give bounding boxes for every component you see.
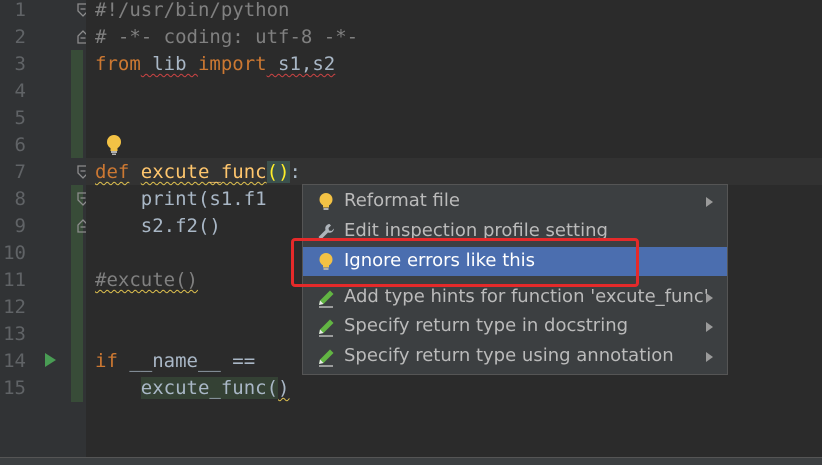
line-number: 5 — [14, 107, 26, 129]
code-line-7[interactable]: def excute_func(): — [95, 159, 301, 186]
line-number: 4 — [14, 80, 26, 102]
commented-call: #excute() — [95, 269, 198, 291]
name-check: __name__ == — [117, 350, 256, 372]
shebang-comment: #!/usr/bin/python — [95, 0, 290, 21]
menu-item-return-type-annotation[interactable]: Specify return type using annotation — [303, 342, 727, 371]
submenu-arrow-icon — [706, 322, 713, 332]
encoding-comment: # -*- coding: utf-8 -*- — [95, 26, 359, 48]
paren-match: () — [266, 161, 290, 183]
line-number: 6 — [14, 134, 26, 156]
pencil-icon — [319, 349, 334, 367]
line-number: 10 — [3, 242, 26, 264]
import-names: s1,s2 — [266, 53, 336, 75]
line-number: 14 — [3, 350, 26, 372]
wrench-icon — [318, 224, 334, 240]
status-bar — [0, 457, 822, 465]
line-number: 2 — [14, 26, 26, 48]
menu-item-label: Specify return type using annotation — [344, 345, 674, 366]
lightbulb-icon — [319, 253, 333, 270]
line-number: 11 — [3, 269, 26, 291]
keyword: if — [95, 350, 118, 372]
code-line-2[interactable]: # -*- coding: utf-8 -*- — [95, 24, 358, 51]
code-line-8[interactable]: print(s1.f1 — [95, 186, 267, 213]
line-number: 13 — [3, 323, 26, 345]
keyword: from — [95, 53, 141, 75]
menu-item-reformat-file[interactable]: Reformat file — [303, 187, 727, 216]
function-name: excute_func — [140, 161, 267, 183]
code-line-14[interactable]: if __name__ == — [95, 348, 255, 375]
menu-item-add-type-hints[interactable]: Add type hints for function 'excute_func… — [303, 283, 727, 312]
line-number: 15 — [3, 377, 26, 399]
line-number: 7 — [14, 161, 26, 183]
lightbulb-icon — [319, 193, 333, 210]
line-number: 8 — [14, 188, 26, 210]
menu-item-edit-inspection-profile[interactable]: Edit inspection profile setting — [303, 217, 727, 246]
call-expression: excute_func( — [140, 377, 279, 399]
submenu-arrow-icon — [706, 352, 713, 362]
menu-item-label: Ignore errors like this — [344, 250, 536, 271]
vcs-change-marker[interactable] — [71, 50, 83, 158]
menu-item-label: Reformat file — [344, 190, 460, 211]
line-number: 9 — [14, 215, 26, 237]
code-line-3[interactable]: from lib import s1,s2 — [95, 51, 335, 78]
line-number: 1 — [14, 0, 26, 21]
colon: : — [289, 161, 301, 183]
menu-item-ignore-errors[interactable]: Ignore errors like this — [303, 247, 727, 276]
lightbulb-icon[interactable] — [104, 134, 124, 156]
keyword: def — [95, 161, 130, 183]
module-name: lib — [140, 53, 198, 75]
close-paren: ) — [278, 377, 290, 399]
vcs-change-marker[interactable] — [71, 185, 83, 402]
pencil-icon — [319, 319, 334, 337]
gutter: 1 2 3 4 5 6 7 8 9 10 11 12 13 14 15 — [0, 0, 89, 465]
line-number: 12 — [3, 296, 26, 318]
menu-item-return-type-docstring[interactable]: Specify return type in docstring — [303, 312, 727, 341]
menu-item-label: Specify return type in docstring — [344, 315, 629, 336]
code-line-11[interactable]: #excute() — [95, 267, 198, 294]
run-icon[interactable] — [42, 352, 58, 368]
code-line-1[interactable]: #!/usr/bin/python — [95, 0, 289, 24]
pencil-icon — [319, 290, 334, 308]
menu-item-label: Edit inspection profile setting — [344, 220, 608, 241]
intention-actions-menu: Reformat file Edit inspection profile se… — [302, 184, 728, 375]
submenu-arrow-icon — [706, 293, 713, 303]
code-line-9[interactable]: s2.f2() — [95, 213, 221, 240]
keyword: import — [197, 53, 267, 75]
menu-item-label: Add type hints for function 'excute_func… — [344, 286, 709, 307]
submenu-arrow-icon — [706, 197, 713, 207]
code-line-15[interactable]: excute_func() — [95, 375, 290, 402]
line-number: 3 — [14, 53, 26, 75]
